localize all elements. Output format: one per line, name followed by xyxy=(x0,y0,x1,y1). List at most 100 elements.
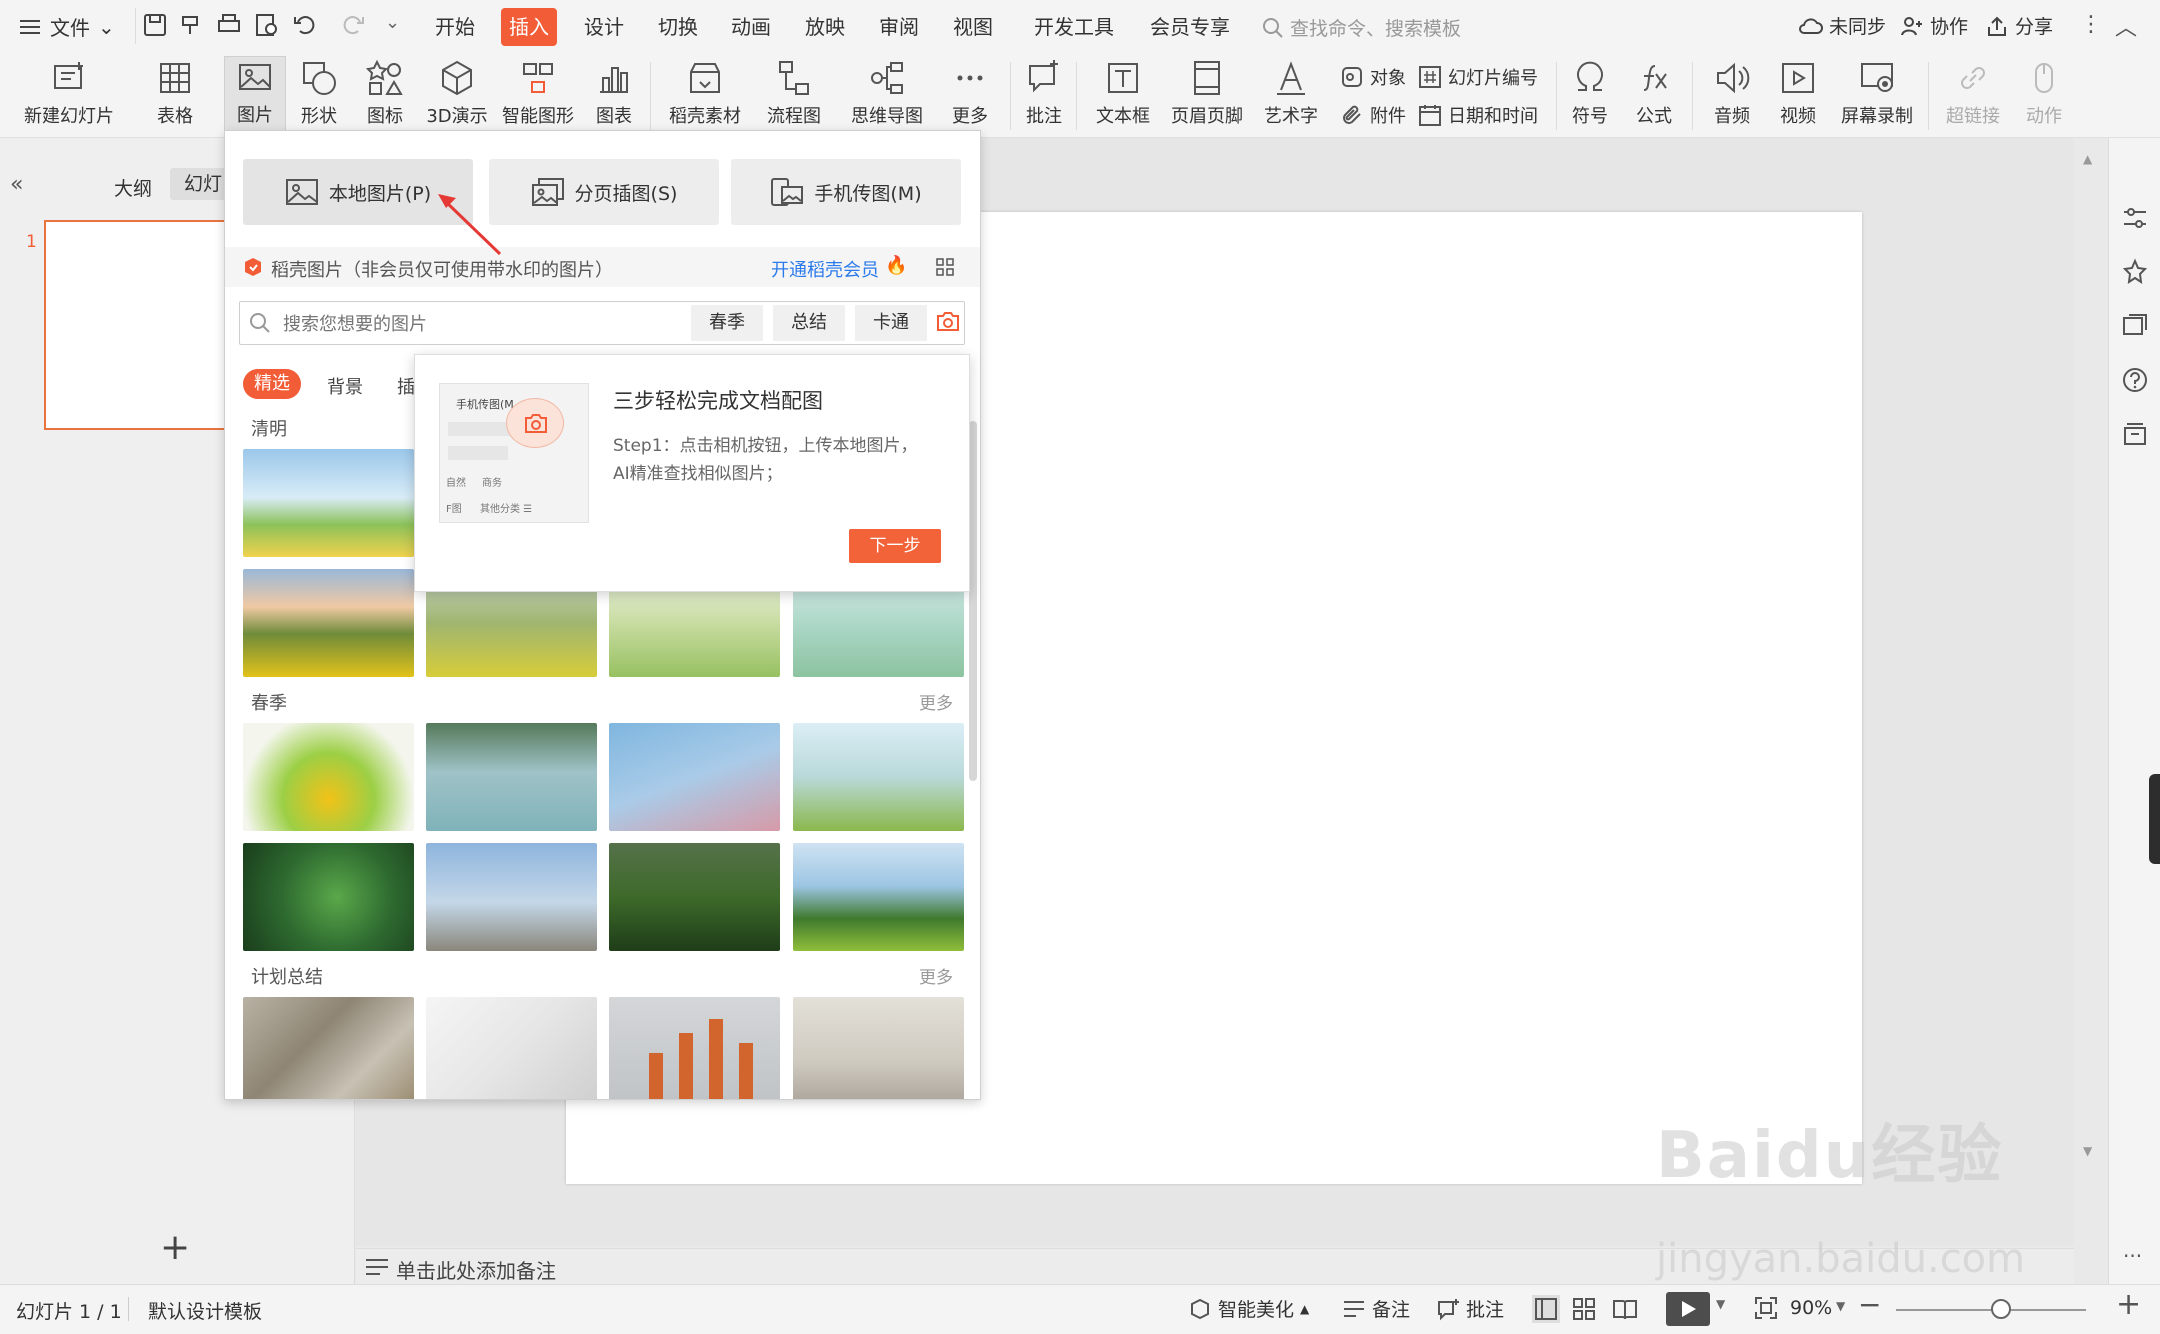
image-thumbnail[interactable] xyxy=(243,449,414,557)
print-preview-icon[interactable] xyxy=(254,12,280,38)
object-button[interactable]: 对象 xyxy=(1340,62,1406,92)
more-button[interactable]: 更多 xyxy=(940,58,1000,136)
image-thumbnail[interactable] xyxy=(243,569,414,677)
redo-icon[interactable] xyxy=(340,12,366,38)
section-more-spring[interactable]: 更多 xyxy=(919,689,953,714)
shape-button[interactable]: 形状 xyxy=(290,58,348,136)
tab-slideshow[interactable]: 放映 xyxy=(797,8,853,46)
attachment-button[interactable]: 附件 xyxy=(1340,100,1406,130)
file-menu[interactable]: 文件 ⌄ xyxy=(18,12,115,41)
phone-upload-button[interactable]: 手机传图(M) xyxy=(731,159,961,225)
format-painter-icon[interactable] xyxy=(178,12,204,38)
category-background[interactable]: 背景 xyxy=(327,373,363,399)
header-footer-button[interactable]: 页眉页脚 xyxy=(1168,58,1246,136)
share-button[interactable]: 分享 xyxy=(1985,12,2053,39)
comments-toggle[interactable]: 批注 xyxy=(1436,1295,1504,1322)
open-membership-link[interactable]: 开通稻壳会员 xyxy=(771,256,879,282)
tab-design[interactable]: 设计 xyxy=(576,8,632,46)
collab-button[interactable]: 协作 xyxy=(1900,12,1968,39)
picture-button[interactable]: 图片 xyxy=(224,56,286,136)
tab-member[interactable]: 会员专享 xyxy=(1142,8,1238,46)
play-slideshow-icon[interactable] xyxy=(1666,1292,1710,1326)
tab-transition[interactable]: 切换 xyxy=(650,8,706,46)
image-thumbnail[interactable] xyxy=(426,997,597,1099)
camera-icon[interactable] xyxy=(935,309,961,333)
tab-view[interactable]: 视图 xyxy=(945,8,1001,46)
scroll-up-icon[interactable]: ▲ xyxy=(2083,152,2092,166)
zoom-in-icon[interactable]: + xyxy=(2116,1287,2141,1322)
collapse-panel-icon[interactable]: « xyxy=(10,172,23,197)
tab-animation[interactable]: 动画 xyxy=(723,8,779,46)
template-name[interactable]: 默认设计模板 xyxy=(148,1297,262,1324)
zoom-dropdown-icon[interactable]: ▼ xyxy=(1836,1299,1845,1313)
animation-icon[interactable] xyxy=(2121,312,2149,340)
flowchart-button[interactable]: 流程图 xyxy=(754,58,834,136)
tag-cartoon[interactable]: 卡通 xyxy=(855,305,927,341)
command-search[interactable]: 查找命令、搜索模板 xyxy=(1262,14,1461,41)
screen-record-button[interactable]: 屏幕录制 xyxy=(1836,58,1918,136)
image-thumbnail[interactable] xyxy=(793,843,964,951)
tab-review[interactable]: 审阅 xyxy=(871,8,927,46)
print-icon[interactable] xyxy=(216,12,242,38)
next-step-button[interactable]: 下一步 xyxy=(849,529,941,563)
slideshow-dropdown-icon[interactable]: ▼ xyxy=(1716,1297,1725,1311)
picture-search-input[interactable] xyxy=(281,307,661,341)
hyperlink-button[interactable]: 超链接 xyxy=(1938,58,2008,136)
textbox-button[interactable]: 文本框 xyxy=(1088,58,1158,136)
notes-toggle[interactable]: 备注 xyxy=(1342,1295,1410,1322)
symbol-button[interactable]: 符号 xyxy=(1564,58,1616,136)
add-slide-icon[interactable]: + xyxy=(160,1230,190,1266)
tab-insert[interactable]: 插入 xyxy=(501,8,557,46)
image-thumbnail[interactable] xyxy=(426,723,597,831)
datetime-button[interactable]: 日期和时间 xyxy=(1418,100,1538,130)
image-thumbnail[interactable] xyxy=(609,997,780,1099)
backup-icon[interactable] xyxy=(2121,420,2149,448)
scroll-down-icon[interactable]: ▼ xyxy=(2083,1142,2092,1160)
tag-spring[interactable]: 春季 xyxy=(691,305,763,341)
more-vertical-icon[interactable]: ⋮ xyxy=(2080,12,2102,37)
tag-summary[interactable]: 总结 xyxy=(773,305,845,341)
collapse-ribbon-icon[interactable]: ︿ xyxy=(2115,10,2137,42)
zoom-slider-thumb[interactable] xyxy=(1990,1299,2011,1319)
slide-number-button[interactable]: 幻灯片编号 xyxy=(1418,62,1538,92)
3d-button[interactable]: 3D演示 xyxy=(424,58,490,136)
mindmap-button[interactable]: 思维导图 xyxy=(840,58,934,136)
dropdown-scrollbar[interactable] xyxy=(969,421,977,781)
save-icon[interactable] xyxy=(142,12,168,38)
sync-button[interactable]: 未同步 xyxy=(1797,12,1886,39)
undo-icon[interactable] xyxy=(292,12,318,38)
grid-icon[interactable] xyxy=(935,257,955,277)
new-slide-button[interactable]: 新建幻灯片 xyxy=(14,58,124,136)
table-button[interactable]: 表格 xyxy=(146,58,204,136)
more-horizontal-icon[interactable]: ··· xyxy=(2123,1244,2142,1268)
wordart-button[interactable]: 艺术字 xyxy=(1256,58,1326,136)
reading-view-icon[interactable] xyxy=(1612,1297,1638,1321)
audio-button[interactable]: 音频 xyxy=(1704,58,1760,136)
material-button[interactable]: 稻壳素材 xyxy=(664,58,746,136)
quick-access-dropdown-icon[interactable]: ⌄ xyxy=(385,12,400,33)
side-widget-tab[interactable] xyxy=(2149,774,2160,864)
tab-home[interactable]: 开始 xyxy=(427,8,483,46)
tab-developer[interactable]: 开发工具 xyxy=(1026,8,1122,46)
properties-icon[interactable] xyxy=(2121,204,2149,232)
smartart-button[interactable]: 智能图形 xyxy=(500,58,576,136)
image-thumbnail[interactable] xyxy=(609,723,780,831)
image-thumbnail[interactable] xyxy=(609,843,780,951)
paged-insert-button[interactable]: 分页插图(S) xyxy=(489,159,719,225)
fit-window-icon[interactable] xyxy=(1754,1296,1778,1320)
sorter-view-icon[interactable] xyxy=(1572,1297,1596,1321)
icon-button[interactable]: 图标 xyxy=(356,58,414,136)
zoom-out-icon[interactable]: − xyxy=(1858,1288,1881,1321)
comment-button[interactable]: 批注 xyxy=(1020,58,1068,136)
tab-outline[interactable]: 大纲 xyxy=(114,174,152,201)
action-button[interactable]: 动作 xyxy=(2018,58,2070,136)
image-thumbnail[interactable] xyxy=(243,843,414,951)
zoom-level[interactable]: 90% xyxy=(1790,1297,1832,1319)
image-thumbnail[interactable] xyxy=(793,997,964,1099)
category-illustration[interactable]: 插 xyxy=(397,373,415,399)
scrollbar[interactable] xyxy=(2076,138,2088,1246)
chart-button[interactable]: 图表 xyxy=(586,58,642,136)
video-button[interactable]: 视频 xyxy=(1770,58,1826,136)
formula-button[interactable]: 公式 xyxy=(1626,58,1682,136)
image-thumbnail[interactable] xyxy=(243,997,414,1099)
